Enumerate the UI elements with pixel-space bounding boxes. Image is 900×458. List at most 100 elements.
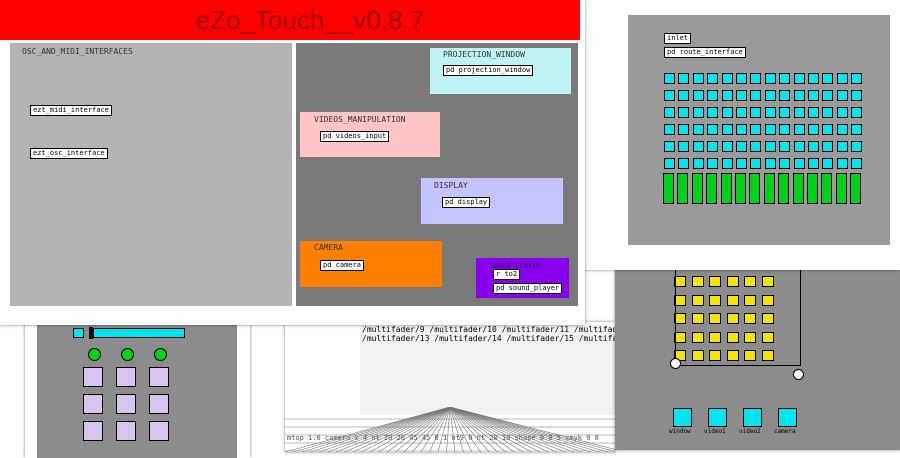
cyan-toggle[interactable]	[779, 73, 791, 84]
display-object[interactable]: pd display	[442, 197, 491, 208]
cyan-toggle[interactable]	[750, 90, 762, 101]
cyan-toggle[interactable]	[851, 73, 863, 84]
green-fader[interactable]	[792, 173, 804, 204]
cyan-toggle[interactable]	[692, 73, 704, 84]
cyan-toggle[interactable]	[664, 73, 675, 84]
cyan-toggle[interactable]	[808, 124, 819, 135]
cyan-toggle[interactable]	[764, 73, 776, 84]
cyan-toggle[interactable]	[692, 141, 704, 152]
cyan-toggle[interactable]	[808, 73, 819, 84]
green-fader[interactable]	[835, 173, 847, 204]
green-fader[interactable]	[778, 173, 790, 204]
pad-button[interactable]	[83, 421, 103, 441]
pad-button[interactable]	[116, 394, 136, 414]
inlet-object[interactable]: inlet	[664, 33, 692, 44]
cyan-toggle[interactable]	[793, 141, 805, 152]
cyan-toggle[interactable]	[764, 107, 776, 118]
cyan-toggle[interactable]	[822, 158, 834, 169]
cyan-toggle[interactable]	[707, 73, 719, 84]
cyan-toggle[interactable]	[736, 141, 747, 152]
green-fader[interactable]	[763, 173, 775, 204]
window-button[interactable]	[673, 408, 692, 427]
green-fader[interactable]	[821, 173, 833, 204]
cyan-toggle[interactable]	[851, 124, 863, 135]
horizontal-slider[interactable]	[93, 328, 185, 338]
cyan-toggle[interactable]	[707, 141, 719, 152]
cyan-toggle[interactable]	[808, 141, 819, 152]
cyan-toggle[interactable]	[678, 73, 690, 84]
cyan-toggle[interactable]	[793, 73, 805, 84]
cyan-toggle[interactable]	[822, 124, 834, 135]
cyan-toggle[interactable]	[822, 107, 834, 118]
cyan-toggle[interactable]	[822, 141, 834, 152]
cyan-toggle[interactable]	[692, 124, 704, 135]
pad-button[interactable]	[116, 367, 136, 387]
cyan-toggle[interactable]	[692, 107, 704, 118]
cyan-toggle[interactable]	[750, 158, 762, 169]
cyan-toggle[interactable]	[721, 107, 733, 118]
projection-object[interactable]: pd projection_window	[443, 65, 534, 76]
cyan-toggle[interactable]	[707, 158, 719, 169]
pad-button[interactable]	[149, 367, 169, 387]
cyan-toggle[interactable]	[721, 124, 733, 135]
cyan-toggle[interactable]	[822, 73, 834, 84]
cyan-toggle[interactable]	[793, 158, 805, 169]
green-bang[interactable]	[154, 348, 167, 361]
cyan-toggle[interactable]	[779, 107, 791, 118]
cyan-toggle[interactable]	[721, 73, 733, 84]
cyan-toggle[interactable]	[721, 90, 733, 101]
cyan-toggle[interactable]	[793, 124, 805, 135]
cyan-toggle[interactable]	[750, 124, 762, 135]
route-interface-object[interactable]: pd route_interface	[664, 47, 746, 58]
handle-right[interactable]	[793, 369, 804, 380]
cyan-toggle[interactable]	[736, 73, 747, 84]
small-toggle[interactable]	[73, 328, 84, 338]
cyan-toggle[interactable]	[678, 107, 690, 118]
cyan-toggle[interactable]	[779, 141, 791, 152]
cyan-toggle[interactable]	[793, 107, 805, 118]
cyan-toggle[interactable]	[808, 90, 819, 101]
cyan-toggle[interactable]	[664, 141, 675, 152]
cyan-toggle[interactable]	[836, 124, 848, 135]
cyan-toggle[interactable]	[808, 107, 819, 118]
cyan-toggle[interactable]	[736, 124, 747, 135]
cyan-toggle[interactable]	[764, 90, 776, 101]
cyan-toggle[interactable]	[736, 107, 747, 118]
cyan-toggle[interactable]	[678, 141, 690, 152]
cyan-toggle[interactable]	[692, 90, 704, 101]
cyan-toggle[interactable]	[678, 90, 690, 101]
cyan-toggle[interactable]	[678, 124, 690, 135]
cyan-toggle[interactable]	[836, 107, 848, 118]
green-fader[interactable]	[850, 173, 862, 204]
pad-button[interactable]	[149, 421, 169, 441]
cyan-toggle[interactable]	[851, 107, 863, 118]
pad-button[interactable]	[83, 394, 103, 414]
cyan-toggle[interactable]	[851, 141, 863, 152]
cyan-toggle[interactable]	[664, 124, 675, 135]
handle-left[interactable]	[670, 358, 681, 369]
cyan-toggle[interactable]	[750, 107, 762, 118]
osc-interface-object[interactable]: ezt_osc_interface	[30, 148, 108, 159]
cyan-toggle[interactable]	[664, 107, 675, 118]
cyan-toggle[interactable]	[707, 90, 719, 101]
camera-object[interactable]: pd camera	[320, 260, 364, 271]
cyan-toggle[interactable]	[851, 90, 863, 101]
green-fader[interactable]	[691, 173, 703, 204]
green-bang[interactable]	[88, 348, 101, 361]
cyan-toggle[interactable]	[678, 158, 690, 169]
sound-player-object[interactable]: pd sound_player	[493, 283, 563, 294]
pad-button[interactable]	[149, 394, 169, 414]
cyan-toggle[interactable]	[793, 90, 805, 101]
cyan-toggle[interactable]	[736, 90, 747, 101]
cyan-toggle[interactable]	[764, 141, 776, 152]
cyan-toggle[interactable]	[822, 90, 834, 101]
cyan-toggle[interactable]	[664, 90, 675, 101]
cyan-toggle[interactable]	[750, 141, 762, 152]
cyan-toggle[interactable]	[836, 141, 848, 152]
cyan-toggle[interactable]	[836, 90, 848, 101]
cyan-toggle[interactable]	[707, 124, 719, 135]
pad-button[interactable]	[83, 367, 103, 387]
cyan-toggle[interactable]	[836, 73, 848, 84]
green-bang[interactable]	[121, 348, 134, 361]
cyan-toggle[interactable]	[736, 158, 747, 169]
